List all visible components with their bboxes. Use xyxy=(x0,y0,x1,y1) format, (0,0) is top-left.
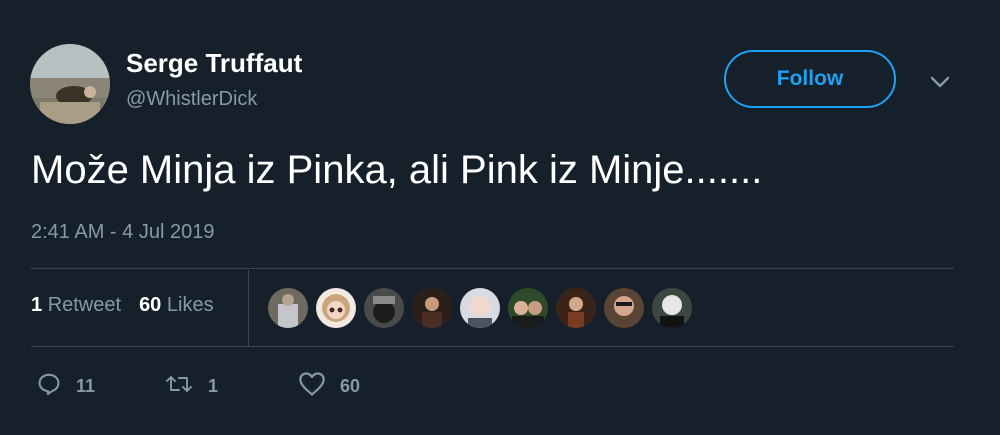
tweet-timestamp[interactable]: 2:41 AM - 4 Jul 2019 xyxy=(31,221,214,244)
author-name[interactable]: Serge Truffaut xyxy=(126,48,302,79)
heart-icon xyxy=(298,371,326,402)
divider-top xyxy=(31,268,954,269)
liker-avatar[interactable] xyxy=(268,288,308,328)
retweet-button[interactable]: 1 xyxy=(164,372,218,400)
follow-button[interactable]: Follow xyxy=(724,50,896,108)
liker-avatar[interactable] xyxy=(364,288,404,328)
like-button[interactable]: 60 xyxy=(298,371,361,402)
liker-avatar[interactable] xyxy=(412,288,452,328)
like-count: 60 xyxy=(340,375,361,396)
stats-separator xyxy=(248,270,249,346)
liker-avatar[interactable] xyxy=(508,288,548,328)
retweet-action-count: 1 xyxy=(208,375,219,396)
author-handle[interactable]: @WhistlerDick xyxy=(126,88,257,111)
divider-bottom xyxy=(31,346,954,347)
likes-label: Likes xyxy=(166,294,214,316)
tweet-text: Može Minja iz Pinka, ali Pink iz Minje..… xyxy=(31,148,763,192)
retweets-stat[interactable]: 1 Retweet xyxy=(31,294,121,317)
reply-count: 11 xyxy=(76,375,96,396)
tweet-stats: 1 Retweet 60 Likes xyxy=(31,294,214,317)
liker-avatars xyxy=(268,288,692,328)
retweets-label: Retweet xyxy=(47,294,122,316)
liker-avatar[interactable] xyxy=(604,288,644,328)
likes-count: 60 xyxy=(139,294,162,316)
retweet-icon xyxy=(164,371,194,402)
liker-avatar[interactable] xyxy=(556,288,596,328)
chevron-down-icon[interactable] xyxy=(926,68,954,96)
author-avatar[interactable] xyxy=(30,44,110,124)
likes-stat[interactable]: 60 Likes xyxy=(139,294,214,317)
liker-avatar[interactable] xyxy=(316,288,356,328)
liker-avatar[interactable] xyxy=(460,288,500,328)
liker-avatar[interactable] xyxy=(652,288,692,328)
reply-button[interactable]: 11 xyxy=(36,372,95,400)
reply-icon xyxy=(36,371,62,402)
retweets-count: 1 xyxy=(31,294,43,316)
